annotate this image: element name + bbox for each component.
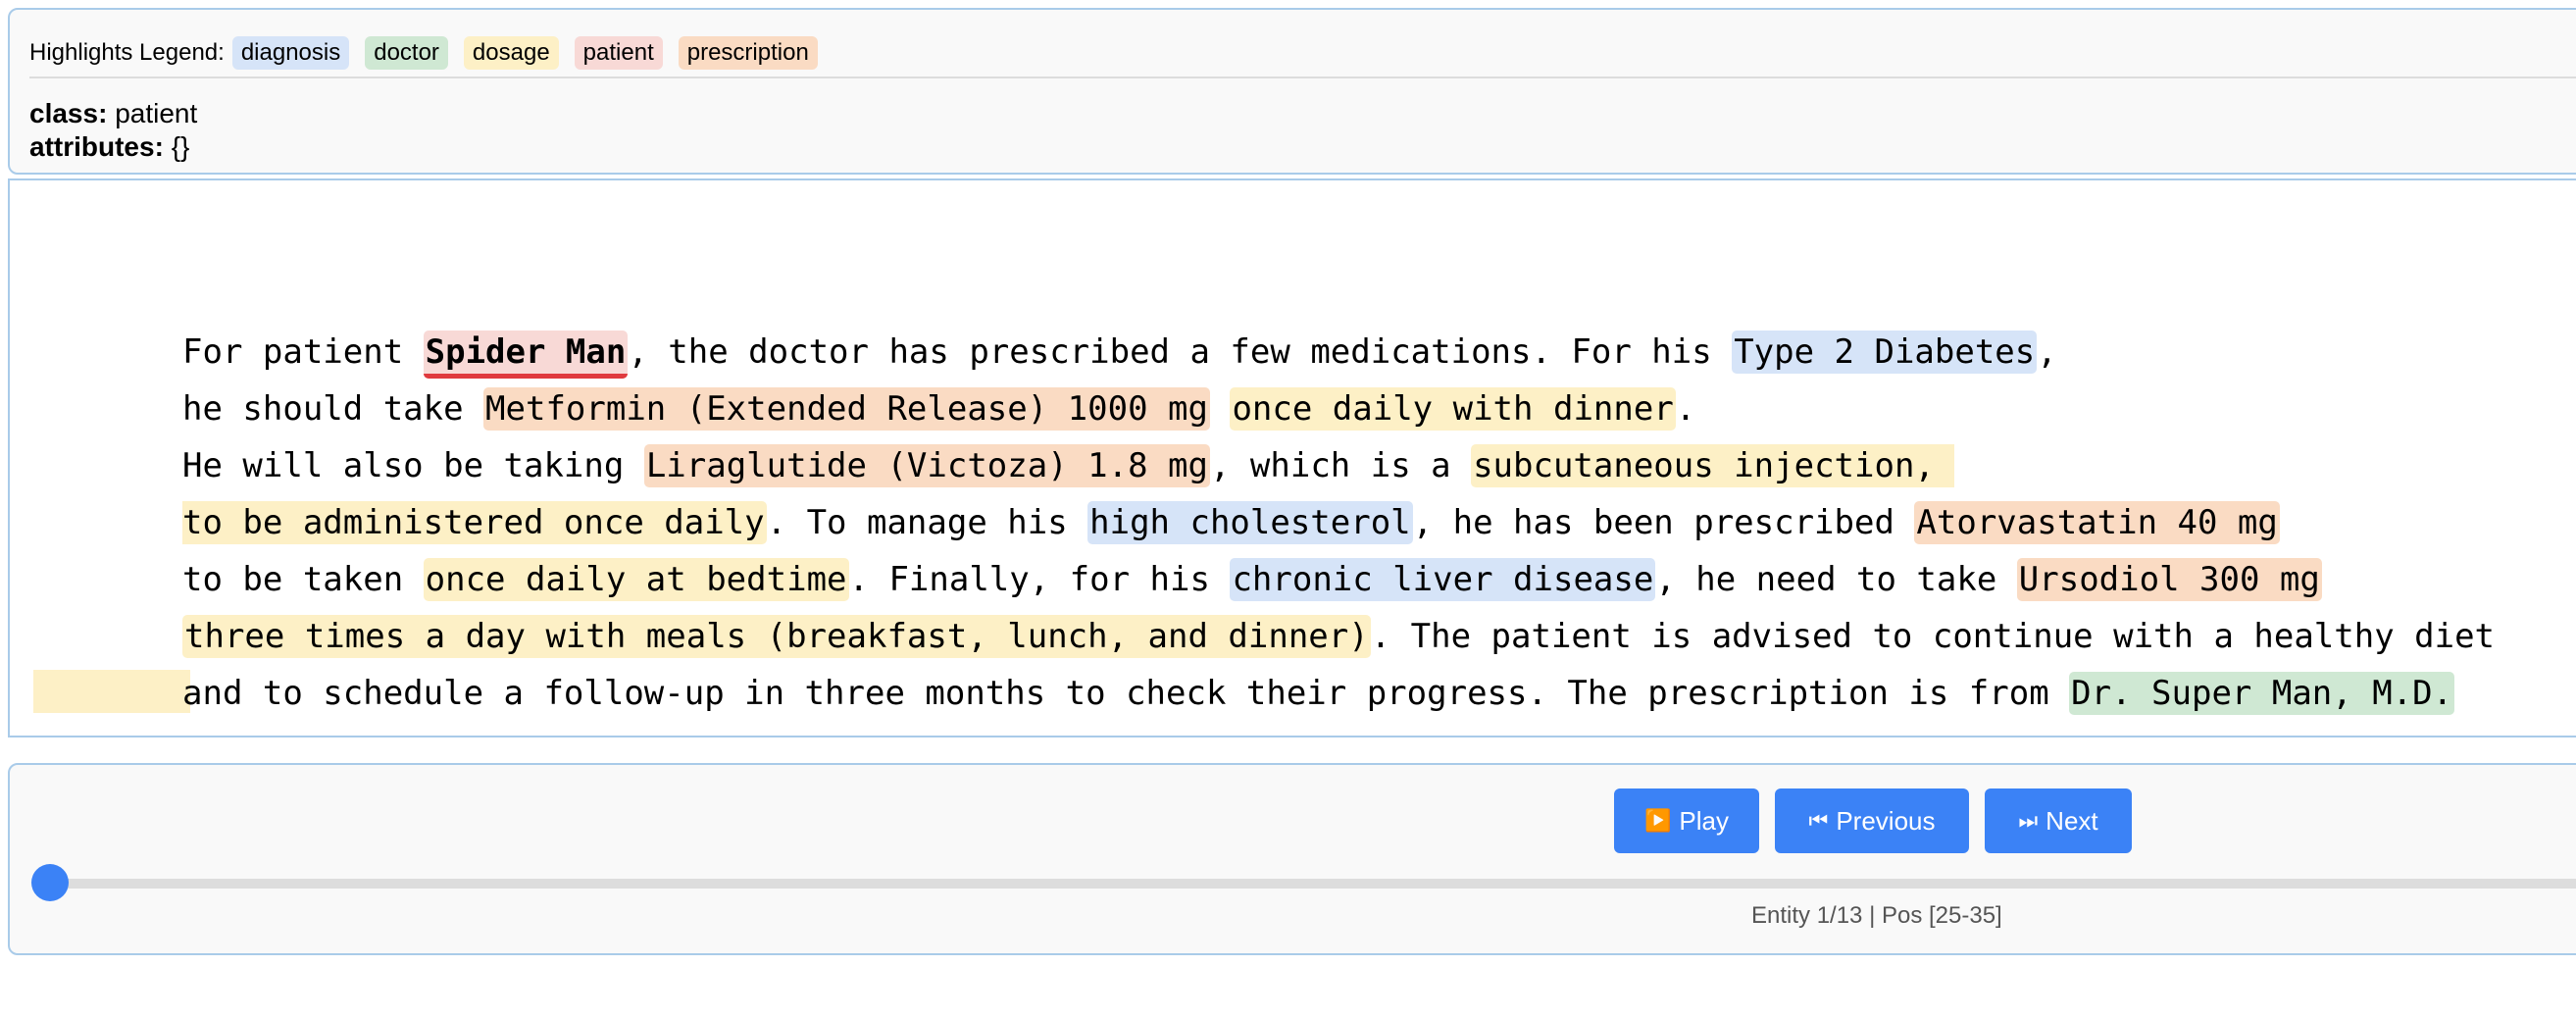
dosage-highlight-wrap: [33, 670, 190, 713]
entity-dosage[interactable]: three times a day with meals (breakfast,…: [182, 615, 1371, 658]
legend-title: Highlights Legend:: [29, 39, 225, 66]
entity-prescription[interactable]: Liraglutide (Victoza) 1.8 mg: [643, 444, 1210, 487]
entity-prescription[interactable]: Ursodiol 300 mg: [2016, 558, 2322, 601]
text-segment: . Finally, for his: [848, 560, 1231, 599]
skip-next-icon: ⏭: [2018, 808, 2039, 833]
entity-class-row: class: patient: [29, 98, 197, 129]
legend-chip-diagnosis: diagnosis: [231, 36, 350, 70]
class-label: class:: [29, 98, 108, 128]
annotated-text: For patient Spider Man, the doctor has p…: [182, 324, 2575, 722]
previous-button[interactable]: ⏮ Previous: [1775, 788, 1969, 853]
next-button[interactable]: ⏭ Next: [1985, 788, 2132, 853]
entity-patient-active[interactable]: Spider Man: [423, 331, 629, 379]
entity-diagnosis[interactable]: high cholesterol: [1087, 501, 1413, 544]
text-segment: , which is a: [1209, 446, 1472, 485]
play-icon: ▶️: [1644, 808, 1672, 833]
previous-button-label: Previous: [1836, 805, 1936, 836]
playback-controls-panel: ▶️ Play ⏮ Previous ⏭ Next Entity 1/13 | …: [8, 763, 2576, 955]
entity-dosage[interactable]: once daily with dinner: [1230, 387, 1676, 431]
entity-prescription[interactable]: Metformin (Extended Release) 1000 mg: [483, 387, 1210, 431]
legend-chip-dosage: dosage: [463, 36, 559, 70]
entity-position-slider-track[interactable]: [39, 879, 2576, 889]
highlight-info-panel: Highlights Legend: diagnosis doctor dosa…: [8, 8, 2576, 175]
attributes-label: attributes:: [29, 131, 164, 162]
text-segment: , the doctor has prescribed a few medica…: [628, 332, 1733, 372]
text-segment: [1210, 389, 1230, 429]
skip-previous-icon: ⏮: [1808, 808, 1829, 833]
entity-position-status: Entity 1/13 | Pos [25-35]: [1751, 902, 2002, 929]
highlights-legend: Highlights Legend: diagnosis doctor dosa…: [29, 35, 833, 71]
next-button-label: Next: [2046, 805, 2098, 836]
annotated-text-panel: For patient Spider Man, the doctor has p…: [8, 178, 2576, 737]
legend-chip-patient: patient: [574, 36, 663, 70]
play-button-label: Play: [1679, 805, 1729, 836]
legend-chip-doctor: doctor: [365, 36, 448, 70]
entity-doctor[interactable]: Dr. Super Man, M.D.: [2069, 672, 2455, 715]
entity-prescription[interactable]: Atorvastatin 40 mg: [1914, 501, 2280, 544]
text-segment: . To manage his: [766, 503, 1088, 542]
text-segment: , he need to take: [1655, 560, 2017, 599]
attributes-value: {}: [171, 131, 190, 162]
legend-chip-prescription: prescription: [678, 36, 818, 70]
entity-diagnosis[interactable]: chronic liver disease: [1230, 558, 1656, 601]
legend-divider: [29, 76, 2576, 78]
entity-attributes-row: attributes: {}: [29, 131, 189, 163]
entity-position-slider-thumb[interactable]: [31, 864, 69, 901]
entity-dosage[interactable]: once daily at bedtime: [423, 558, 849, 601]
play-button[interactable]: ▶️ Play: [1614, 788, 1759, 853]
text-segment: , he has been prescribed: [1412, 503, 1915, 542]
text-segment: For patient: [182, 332, 424, 372]
class-value: patient: [115, 98, 198, 128]
entity-diagnosis[interactable]: Type 2 Diabetes: [1732, 331, 2038, 374]
text-segment: to be taken: [182, 560, 404, 599]
